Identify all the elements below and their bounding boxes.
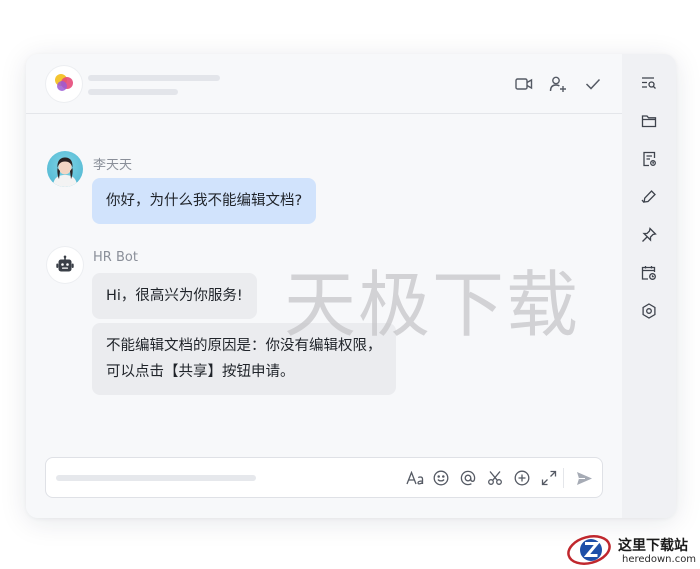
emoji-icon[interactable] [430,467,452,489]
message-line: 可以点击【共享】按钮申请。 [106,364,295,380]
text-format-icon[interactable] [404,467,426,489]
check-icon[interactable] [582,73,604,95]
screenshot-scissors-icon[interactable] [484,467,506,489]
composer-divider [563,468,564,488]
search-list-icon[interactable] [637,71,661,95]
send-icon[interactable] [573,467,595,489]
robot-icon[interactable] [47,247,83,283]
calendar-icon[interactable] [637,261,661,285]
site-logo-icon [567,535,611,565]
mention-icon[interactable] [457,467,479,489]
sender-name: 李天天 [93,158,133,173]
chat-subtitle-placeholder [88,89,178,95]
sender-name: HR Bot [93,250,138,265]
message-bubble-bot[interactable]: Hi，很高兴为你服务! [92,273,257,319]
chat-header [26,54,622,114]
expand-icon[interactable] [538,467,560,489]
add-member-icon[interactable] [547,73,569,95]
site-logo-url: heredown.com [622,554,697,565]
video-icon[interactable] [513,73,535,95]
settings-icon[interactable] [637,299,661,323]
composer-placeholder [56,475,256,481]
user-avatar[interactable] [47,151,83,187]
chat-window: 李天天 你好，为什么我不能编辑文档? HR Bot Hi，很高兴为你服务! 不能… [26,54,676,518]
group-avatar[interactable] [46,66,82,102]
document-icon[interactable] [637,147,661,171]
site-logo: 这里下载站 heredown.com [566,530,698,568]
folder-icon[interactable] [637,109,661,133]
message-composer[interactable] [45,457,603,498]
watermark-text: 天极下载 [284,263,581,347]
edit-check-icon[interactable] [637,185,661,209]
add-icon[interactable] [511,467,533,489]
pin-icon[interactable] [637,223,661,247]
message-bubble-user[interactable]: 你好，为什么我不能编辑文档? [92,178,317,224]
chat-title-placeholder [88,75,220,81]
site-logo-text: 这里下载站 [618,538,688,554]
chat-main-panel: 李天天 你好，为什么我不能编辑文档? HR Bot Hi，很高兴为你服务! 不能… [26,54,622,518]
right-sidebar [622,54,676,518]
